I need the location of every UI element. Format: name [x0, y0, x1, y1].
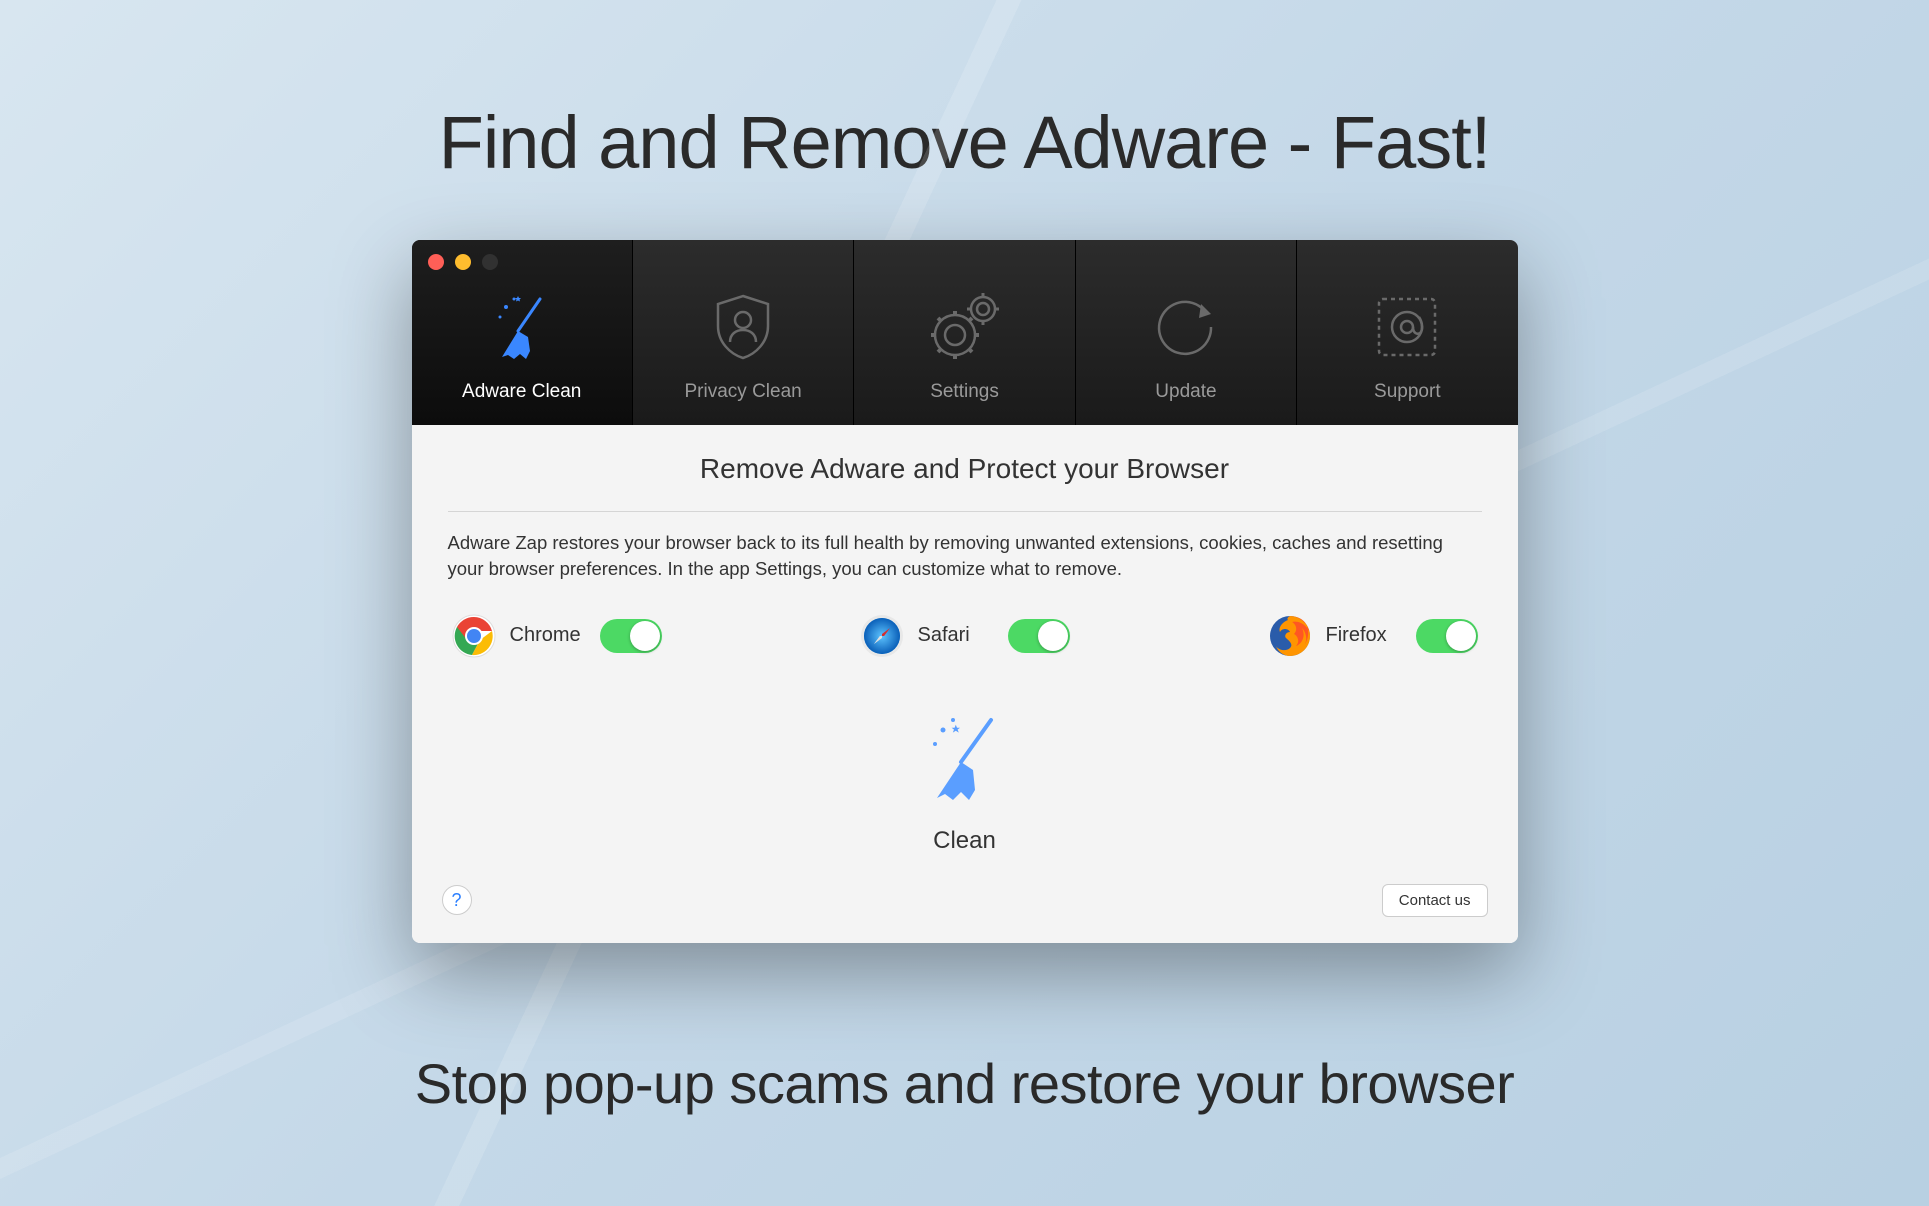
window-controls — [428, 254, 498, 270]
stamp-at-icon — [1373, 287, 1441, 367]
clean-button[interactable]: Clean — [448, 708, 1482, 855]
tab-support[interactable]: Support — [1297, 240, 1517, 425]
tab-update[interactable]: Update — [1076, 240, 1297, 425]
refresh-icon — [1153, 287, 1219, 367]
tab-label: Support — [1374, 381, 1441, 403]
tab-label: Update — [1155, 381, 1216, 403]
zoom-window-button[interactable] — [482, 254, 498, 270]
browser-label: Safari — [918, 624, 994, 647]
tab-label: Adware Clean — [462, 381, 581, 403]
tab-settings[interactable]: Settings — [854, 240, 1075, 425]
toolbar: Adware Clean Privacy Clean — [412, 240, 1518, 425]
safari-icon — [860, 614, 904, 658]
browser-label: Firefox — [1326, 624, 1402, 647]
content-heading: Remove Adware and Protect your Browser — [448, 453, 1482, 485]
chrome-toggle[interactable] — [600, 619, 662, 653]
tab-privacy-clean[interactable]: Privacy Clean — [633, 240, 854, 425]
divider — [448, 511, 1482, 512]
tab-label: Settings — [930, 381, 999, 403]
clean-label: Clean — [933, 827, 996, 855]
gears-icon — [925, 287, 1005, 367]
app-window: Adware Clean Privacy Clean — [412, 240, 1518, 943]
chrome-icon — [452, 614, 496, 658]
broom-icon — [915, 708, 1015, 813]
safari-toggle[interactable] — [1008, 619, 1070, 653]
browser-chrome: Chrome — [452, 614, 662, 658]
browser-safari: Safari — [860, 614, 1070, 658]
firefox-icon — [1268, 614, 1312, 658]
content-pane: Remove Adware and Protect your Browser A… — [412, 425, 1518, 943]
marketing-subtitle: Stop pop-up scams and restore your brows… — [0, 1051, 1929, 1116]
broom-icon — [484, 287, 560, 367]
browser-label: Chrome — [510, 624, 586, 647]
firefox-toggle[interactable] — [1416, 619, 1478, 653]
content-description: Adware Zap restores your browser back to… — [448, 530, 1482, 582]
minimize-window-button[interactable] — [455, 254, 471, 270]
browser-firefox: Firefox — [1268, 614, 1478, 658]
tab-label: Privacy Clean — [685, 381, 802, 403]
help-button[interactable]: ? — [442, 885, 472, 915]
shield-user-icon — [710, 287, 776, 367]
marketing-title: Find and Remove Adware - Fast! — [0, 0, 1929, 185]
close-window-button[interactable] — [428, 254, 444, 270]
contact-us-button[interactable]: Contact us — [1382, 884, 1488, 917]
browser-toggles-row: Chrome Safari — [448, 614, 1482, 658]
